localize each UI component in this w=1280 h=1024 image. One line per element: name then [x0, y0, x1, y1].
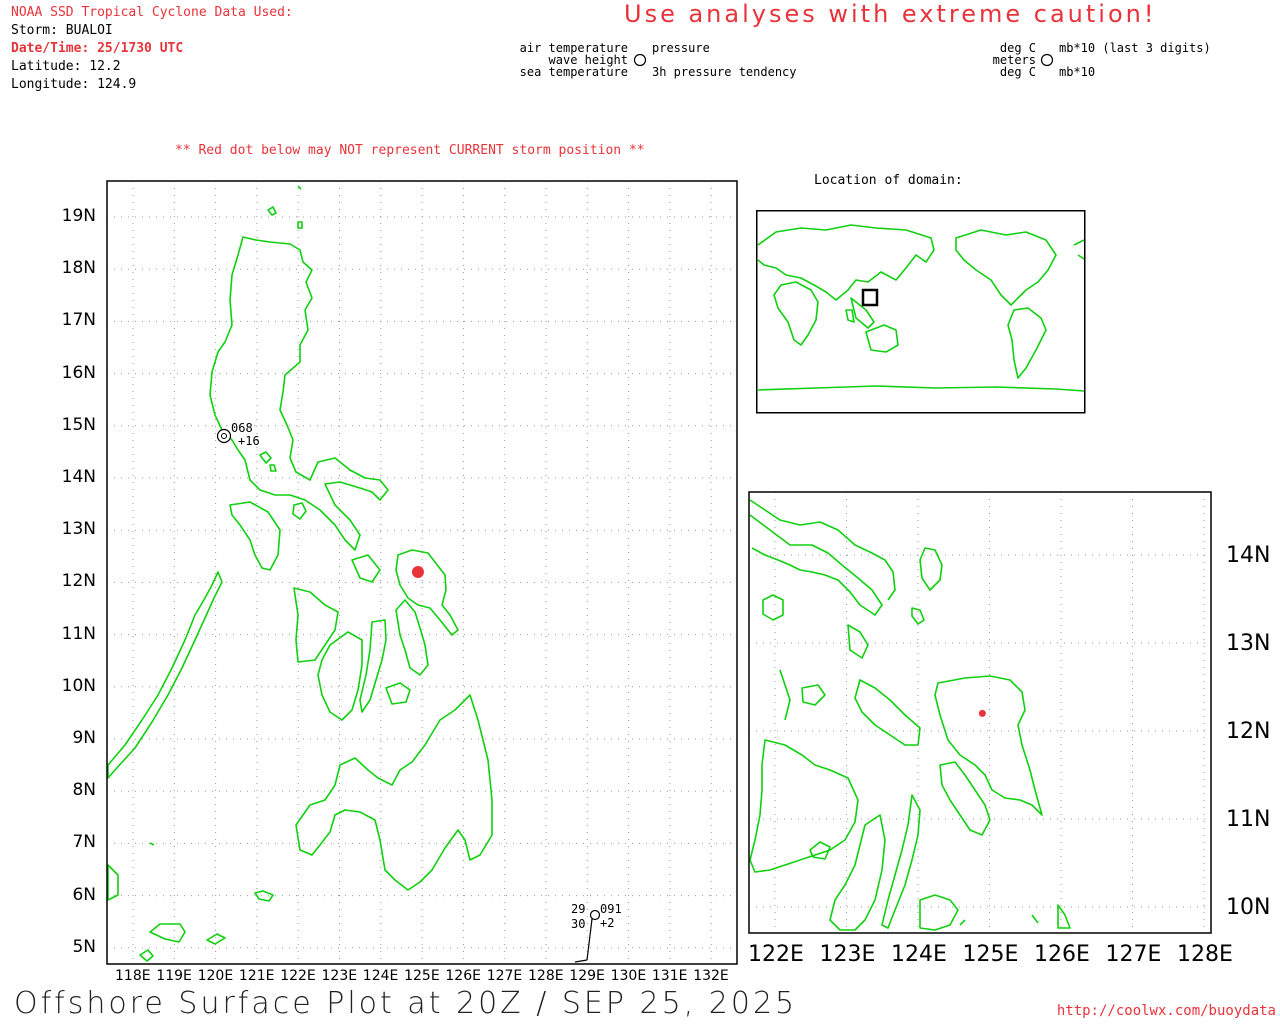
tick-label: 12N [1226, 719, 1271, 744]
zoom-map[interactable] [0, 0, 1280, 1024]
tick-label: 125E [962, 942, 1019, 967]
tick-label: 128E [1177, 942, 1233, 967]
zoom-map-coastline [749, 499, 1071, 931]
zoom-cebu-coast [881, 794, 921, 929]
zoom-samar-coast [934, 675, 1043, 816]
zoom-panay-coast [749, 739, 859, 873]
tick-label: 10N [1226, 895, 1271, 920]
storm-position-zoom-marker [978, 709, 986, 717]
tick-label: 11N [1226, 807, 1271, 832]
tick-label: 123E [819, 942, 876, 967]
tick-label: 126E [1034, 942, 1090, 967]
tick-label: 14N [1226, 543, 1271, 568]
plot-title: Offshore Surface Plot at 20Z / SEP 25, 2… [14, 986, 798, 1021]
source-url-link[interactable]: http://coolwx.com/buoydata [1057, 1003, 1276, 1019]
tick-label: 124E [891, 942, 947, 967]
tick-label: 127E [1105, 942, 1162, 967]
zoom-negros-coast [829, 814, 886, 931]
tick-label: 122E [748, 942, 804, 967]
tick-label: 13N [1226, 631, 1271, 656]
